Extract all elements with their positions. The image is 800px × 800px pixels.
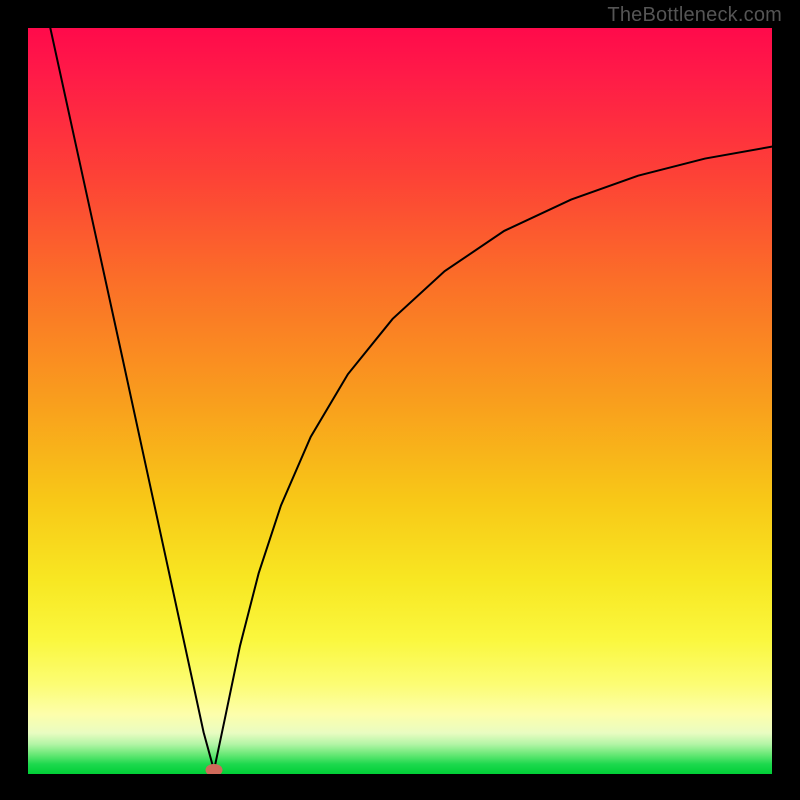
chart-frame: TheBottleneck.com xyxy=(0,0,800,800)
plot-area xyxy=(28,28,772,774)
right-branch-path xyxy=(214,147,772,771)
left-branch-path xyxy=(50,28,214,770)
watermark-text: TheBottleneck.com xyxy=(607,4,782,27)
min-point-marker xyxy=(206,764,223,774)
curve-svg xyxy=(28,28,772,774)
